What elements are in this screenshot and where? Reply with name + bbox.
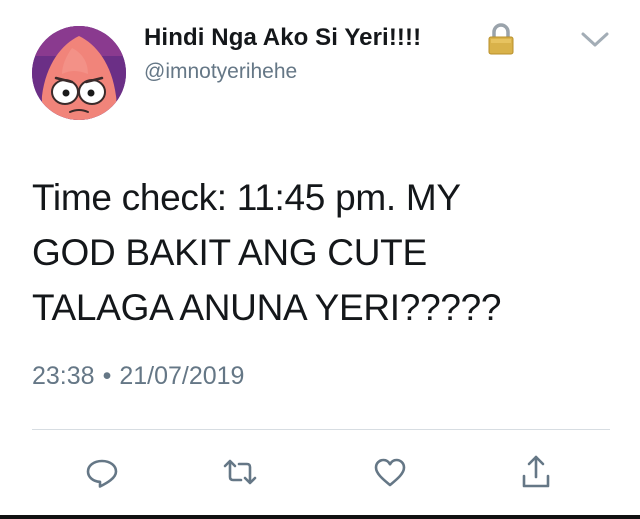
tweet-text-line: Time check: 11:45 pm. MY (32, 177, 461, 218)
retweet-icon (223, 459, 257, 485)
reply-icon (86, 459, 118, 488)
tweet-text: Time check: 11:45 pm. MY GOD BAKIT ANG C… (32, 170, 592, 335)
tweet-date: 21/07/2019 (119, 362, 245, 390)
author-handle[interactable]: @imnotyerihehe (144, 60, 297, 84)
tweet-text-line: TALAGA ANUNA YERI????? (32, 287, 502, 328)
divider (32, 429, 610, 430)
tweet-time: 23:38 (32, 362, 95, 390)
tweet-timestamp[interactable]: 23:38 • 21/07/2019 (32, 362, 244, 391)
author-display-name[interactable]: Hindi Nga Ako Si Yeri!!!! (144, 24, 421, 52)
like-icon (374, 458, 406, 487)
avatar[interactable] (32, 26, 126, 120)
lock-icon (484, 22, 518, 61)
chevron-down-icon[interactable] (580, 30, 610, 55)
reply-button[interactable] (82, 452, 122, 492)
share-icon (522, 455, 550, 488)
like-button[interactable] (370, 452, 410, 492)
timestamp-separator: • (102, 362, 112, 390)
cartoon-face-avatar-icon (32, 26, 126, 120)
retweet-button[interactable] (220, 452, 260, 492)
share-button[interactable] (516, 452, 556, 492)
tweet-text-line: GOD BAKIT ANG CUTE (32, 232, 427, 273)
bottom-edge (0, 515, 640, 519)
